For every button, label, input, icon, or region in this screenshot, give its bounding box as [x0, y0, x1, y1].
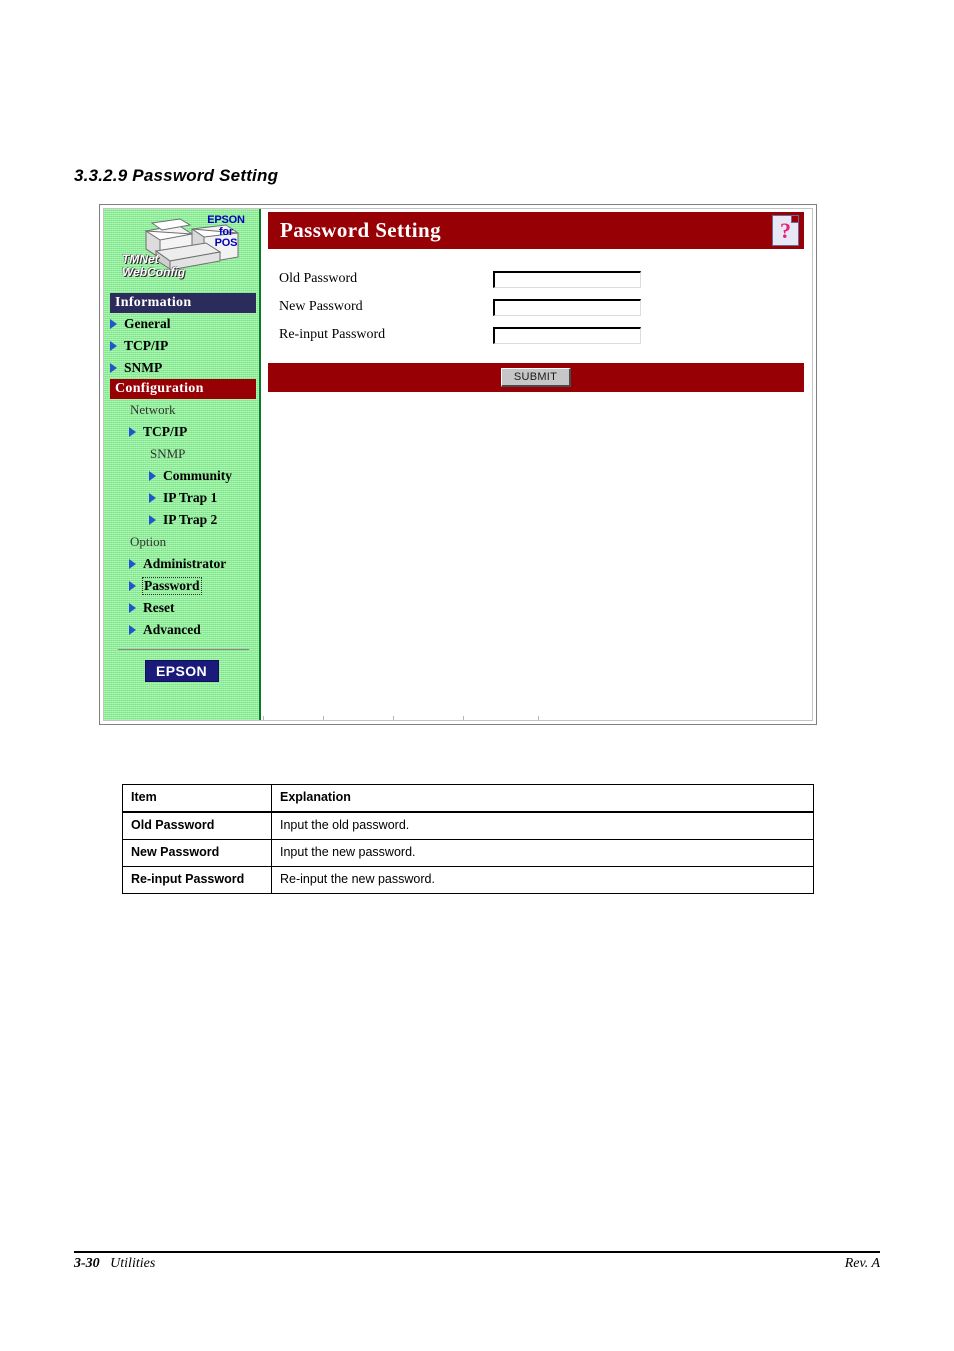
sidebar-section-information: Information: [110, 293, 256, 313]
sidebar-list-configuration: Network TCP/IP SNMP Community IP Trap 1: [104, 399, 259, 641]
old-password-label: Old Password: [279, 271, 358, 286]
chevron-right-icon: [149, 493, 156, 503]
sidebar-group-label: Option: [130, 534, 167, 549]
sidebar-item-label: Advanced: [143, 622, 201, 637]
tmnet-webconfig-wordmark: TMNet WebConfig: [122, 253, 185, 279]
table-header-item: Item: [122, 784, 272, 813]
chevron-right-icon: [129, 581, 136, 591]
table-cell-explanation: Input the old password.: [271, 811, 814, 840]
explanation-table: Item Explanation Old Password Input the …: [122, 784, 814, 894]
chevron-right-icon: [110, 363, 117, 373]
sidebar-group-option: Option: [104, 531, 259, 553]
sidebar-item-label: TCP/IP: [124, 338, 169, 353]
chevron-right-icon: [149, 515, 156, 525]
sidebar-item-label: SNMP: [124, 360, 163, 375]
form-row-reinput-password: Re-input Password: [268, 321, 804, 349]
sidebar-group-label: Network: [130, 402, 176, 417]
table-cell-item: Re-input Password: [122, 866, 272, 894]
chevron-right-icon: [129, 625, 136, 635]
submit-button[interactable]: SUBMIT: [501, 368, 571, 387]
webconfig-screenshot-frame: EPSON for POS TMNet WebConfig Informatio…: [99, 204, 817, 725]
table-cell-explanation: Re-input the new password.: [271, 866, 814, 894]
badge-line-pos: POS: [214, 237, 238, 249]
chevron-right-icon: [110, 341, 117, 351]
footer-page-number: 3-30: [74, 1256, 100, 1271]
sidebar-item-snmp-info[interactable]: SNMP: [104, 357, 259, 379]
page-header-title: Password Setting: [280, 218, 441, 242]
footer-chapter-name: Utilities: [110, 1256, 156, 1271]
table-header-row: Item Explanation: [122, 784, 814, 813]
sidebar-item-tcpip-info[interactable]: TCP/IP: [104, 335, 259, 357]
help-question-page-icon[interactable]: ?: [772, 215, 799, 246]
sidebar-item-label: General: [124, 316, 171, 331]
sidebar-section-configuration: Configuration: [110, 379, 256, 399]
sidebar-group-label: SNMP: [150, 446, 186, 461]
sidebar-list-information: General TCP/IP SNMP: [104, 313, 259, 379]
sidebar-item-label: IP Trap 2: [163, 512, 218, 527]
sidebar-item-label: IP Trap 1: [163, 490, 218, 505]
browser-status-bar: [263, 716, 803, 720]
sidebar-item-reset[interactable]: Reset: [104, 597, 259, 619]
sidebar-item-ip-trap-2[interactable]: IP Trap 2: [104, 509, 259, 531]
footer-left: 3-30 Utilities: [74, 1256, 155, 1272]
sidebar-item-ip-trap-1[interactable]: IP Trap 1: [104, 487, 259, 509]
chevron-right-icon: [149, 471, 156, 481]
footer-divider: [74, 1251, 880, 1253]
footer-revision: Rev. A: [844, 1256, 880, 1271]
sidebar-item-general[interactable]: General: [104, 313, 259, 335]
table-cell-item: New Password: [122, 839, 272, 867]
sidebar-group-network: Network: [104, 399, 259, 421]
reinput-password-label: Re-input Password: [279, 327, 386, 342]
submit-bar: SUBMIT: [268, 363, 804, 392]
chevron-right-icon: [129, 603, 136, 613]
sidebar: EPSON for POS TMNet WebConfig Informatio…: [104, 209, 261, 720]
sidebar-item-password[interactable]: Password: [104, 575, 259, 597]
chevron-right-icon: [129, 427, 136, 437]
old-password-input[interactable]: [493, 270, 641, 288]
sidebar-item-label: Administrator: [143, 556, 227, 571]
sidebar-item-tcpip-config[interactable]: TCP/IP: [104, 421, 259, 443]
sidebar-item-label: TCP/IP: [143, 424, 188, 439]
new-password-input[interactable]: [493, 298, 641, 316]
badge-line-epson: EPSON: [207, 214, 245, 226]
sidebar-item-label: Community: [163, 468, 233, 483]
reinput-password-input[interactable]: [493, 326, 641, 344]
table-row: Old Password Input the old password.: [122, 811, 814, 840]
form-row-new-password: New Password: [268, 293, 804, 321]
sidebar-group-snmp: SNMP: [104, 443, 259, 465]
form-row-old-password: Old Password: [268, 265, 804, 293]
page-header-bar: Password Setting ?: [268, 212, 804, 249]
chevron-right-icon: [129, 559, 136, 569]
table-header-explanation: Explanation: [271, 784, 814, 813]
browser-viewport: EPSON for POS TMNet WebConfig Informatio…: [103, 208, 813, 721]
table-row: Re-input Password Re-input the new passw…: [122, 866, 814, 894]
new-password-label: New Password: [279, 299, 363, 314]
chevron-right-icon: [110, 319, 117, 329]
wordmark-line-webconfig: WebConfig: [122, 265, 186, 279]
sidebar-item-label: Password: [142, 577, 202, 595]
table-cell-explanation: Input the new password.: [271, 839, 814, 867]
sidebar-divider: [118, 649, 249, 650]
sidebar-item-administrator[interactable]: Administrator: [104, 553, 259, 575]
epson-for-pos-badge: EPSON for POS: [203, 214, 249, 250]
password-form: Old Password New Password Re-input Passw…: [268, 249, 804, 363]
page-title: 3.3.2.9 Password Setting: [74, 166, 279, 185]
epson-logo[interactable]: EPSON: [144, 660, 219, 682]
table-cell-item: Old Password: [122, 811, 272, 840]
sidebar-logo-block: EPSON for POS TMNet WebConfig: [104, 209, 259, 293]
main-content: Password Setting ? Old Password New Pass…: [263, 209, 812, 720]
sidebar-item-advanced[interactable]: Advanced: [104, 619, 259, 641]
sidebar-item-label: Reset: [143, 600, 175, 615]
table-row: New Password Input the new password.: [122, 839, 814, 867]
sidebar-item-community[interactable]: Community: [104, 465, 259, 487]
